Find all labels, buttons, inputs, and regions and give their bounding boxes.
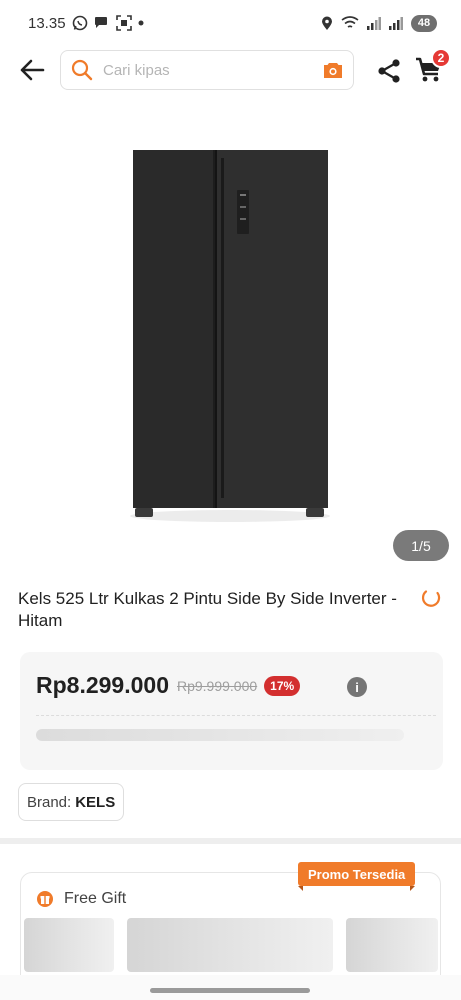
chat-icon	[94, 16, 110, 30]
whatsapp-icon	[72, 15, 88, 31]
cart-count-badge: 2	[431, 48, 451, 68]
signal-icon	[367, 16, 381, 30]
home-indicator[interactable]	[150, 988, 310, 993]
divider	[36, 715, 436, 716]
gift-skeleton	[127, 918, 333, 972]
search-bar[interactable]	[60, 50, 354, 90]
notification-dot-icon	[138, 20, 144, 26]
promo-tag: Promo Tersedia	[298, 862, 416, 891]
arrow-left-icon	[20, 59, 45, 81]
signal-2-icon	[389, 16, 403, 30]
product-title: Kels 525 Ltr Kulkas 2 Pintu Side By Side…	[18, 589, 397, 630]
battery-indicator: 48	[411, 14, 437, 32]
loading-skeleton	[36, 729, 404, 741]
screenshot-icon	[115, 15, 132, 31]
gift-icon	[37, 891, 53, 907]
location-icon	[321, 16, 333, 31]
free-gift-title: Free Gift	[64, 890, 127, 907]
share-icon	[378, 59, 400, 83]
price-card: Rp8.299.000 Rp9.999.000 17% i	[20, 652, 443, 770]
image-counter: 1/5	[393, 530, 449, 561]
back-button[interactable]	[18, 56, 46, 84]
brand-label: Brand:	[27, 793, 72, 811]
gift-skeleton	[24, 918, 114, 972]
loading-spinner-icon[interactable]	[419, 587, 443, 611]
search-icon	[71, 59, 93, 81]
cart-button[interactable]: 2	[413, 48, 451, 86]
product-image[interactable]	[0, 110, 461, 570]
brand-value: KELS	[75, 793, 116, 811]
search-input[interactable]	[103, 61, 303, 79]
info-icon[interactable]: i	[347, 677, 367, 697]
gift-skeleton	[346, 918, 438, 972]
camera-icon	[324, 63, 342, 78]
top-bar: 2	[0, 48, 461, 94]
wifi-icon	[341, 16, 359, 30]
price-current: Rp8.299.000	[36, 672, 169, 698]
free-gift-row[interactable]: Free Gift	[36, 890, 126, 908]
status-bar: 13.35 48	[0, 0, 461, 46]
price-original: Rp9.999.000	[176, 677, 258, 694]
share-button[interactable]	[374, 56, 404, 86]
section-divider	[0, 838, 461, 844]
discount-badge: 17%	[264, 675, 301, 696]
brand-chip[interactable]: Brand: KELS	[18, 783, 125, 821]
camera-search-button[interactable]	[323, 61, 343, 79]
status-time: 13.35	[28, 14, 66, 32]
